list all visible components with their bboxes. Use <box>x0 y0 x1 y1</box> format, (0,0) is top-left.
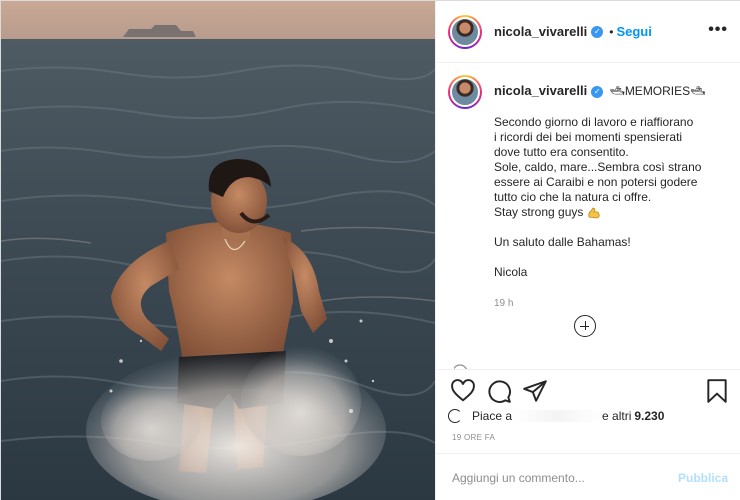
post-time-ago[interactable]: 19 ORE FA <box>452 433 495 442</box>
liker-avatar[interactable] <box>448 409 462 423</box>
partial-comment-row <box>454 359 714 369</box>
likes-prefix: Piace a <box>472 409 513 423</box>
likes-count[interactable]: 9.230 <box>634 409 664 423</box>
caption-line: Secondo giorno di lavoro e riaffiorano <box>494 115 694 129</box>
liker-username-redacted[interactable] <box>512 410 603 422</box>
caption-line: Sole, caldo, mare...Sembra così strano <box>494 160 702 174</box>
post-header: nicola_vivarelli ✓ • Segui ••• <box>436 1 740 63</box>
caption-line: essere ai Caraibi e non potersi godere <box>494 175 698 189</box>
caption-line: tutto cio che la natura ci offre. <box>494 190 652 204</box>
author-avatar[interactable] <box>448 14 482 49</box>
caption-line: i ricordi dei bei momenti spensierati <box>494 130 683 144</box>
publish-button[interactable]: Pubblica <box>678 471 728 485</box>
caption-title: 🛥MEMORIES🛥 <box>609 84 706 98</box>
avatar-photo <box>450 16 480 47</box>
verified-badge-icon: ✓ <box>591 25 604 38</box>
caption-author-avatar[interactable] <box>448 75 482 109</box>
load-more-comments-icon[interactable] <box>574 315 596 337</box>
avatar-photo <box>450 77 480 107</box>
caption-signature: Nicola <box>494 265 528 279</box>
likes-suffix: e altri <box>602 409 632 423</box>
share-paper-plane-icon[interactable] <box>522 378 548 404</box>
cropped-comment-preview <box>454 364 467 369</box>
more-options-icon[interactable]: ••• <box>708 21 728 39</box>
comment-input[interactable] <box>452 470 678 485</box>
verified-badge-icon: ✓ <box>591 85 604 98</box>
likes-row: Piace a e altri 9.230 <box>448 407 738 425</box>
caption-line: dove tutto era consentito. <box>494 145 629 159</box>
caption-username[interactable]: nicola_vivarelli <box>494 83 587 98</box>
caption-timestamp[interactable]: 19 h <box>494 296 724 311</box>
comment-box: Pubblica <box>436 453 740 500</box>
caption-body: nicola_vivarelli ✓ 🛥MEMORIES🛥 Secondo gio… <box>494 75 724 311</box>
instagram-post-modal: nicola_vivarelli ✓ • Segui ••• nicola_vi… <box>0 0 740 500</box>
caption-header: nicola_vivarelli ✓ 🛥MEMORIES🛥 <box>494 83 724 99</box>
separator-dot: • <box>609 24 614 39</box>
follow-button[interactable]: Segui <box>616 24 651 39</box>
caption-line-text: Stay strong guys <box>494 205 584 219</box>
caption-row: nicola_vivarelli ✓ 🛥MEMORIES🛥 Secondo gio… <box>448 75 726 311</box>
caption-area: nicola_vivarelli ✓ 🛥MEMORIES🛥 Secondo gio… <box>436 63 740 369</box>
author-username[interactable]: nicola_vivarelli <box>494 24 587 39</box>
post-photo[interactable] <box>1 1 435 500</box>
save-bookmark-icon[interactable] <box>704 378 730 404</box>
caption-line-last: Stay strong guys <box>494 205 724 220</box>
flexed-biceps-icon <box>588 207 600 219</box>
post-image <box>1 1 435 500</box>
like-heart-icon[interactable] <box>450 378 476 404</box>
caption-greeting: Un saluto dalle Bahamas! <box>494 235 631 249</box>
post-side-panel: nicola_vivarelli ✓ • Segui ••• nicola_vi… <box>435 1 740 500</box>
comment-bubble-icon[interactable] <box>486 378 512 404</box>
